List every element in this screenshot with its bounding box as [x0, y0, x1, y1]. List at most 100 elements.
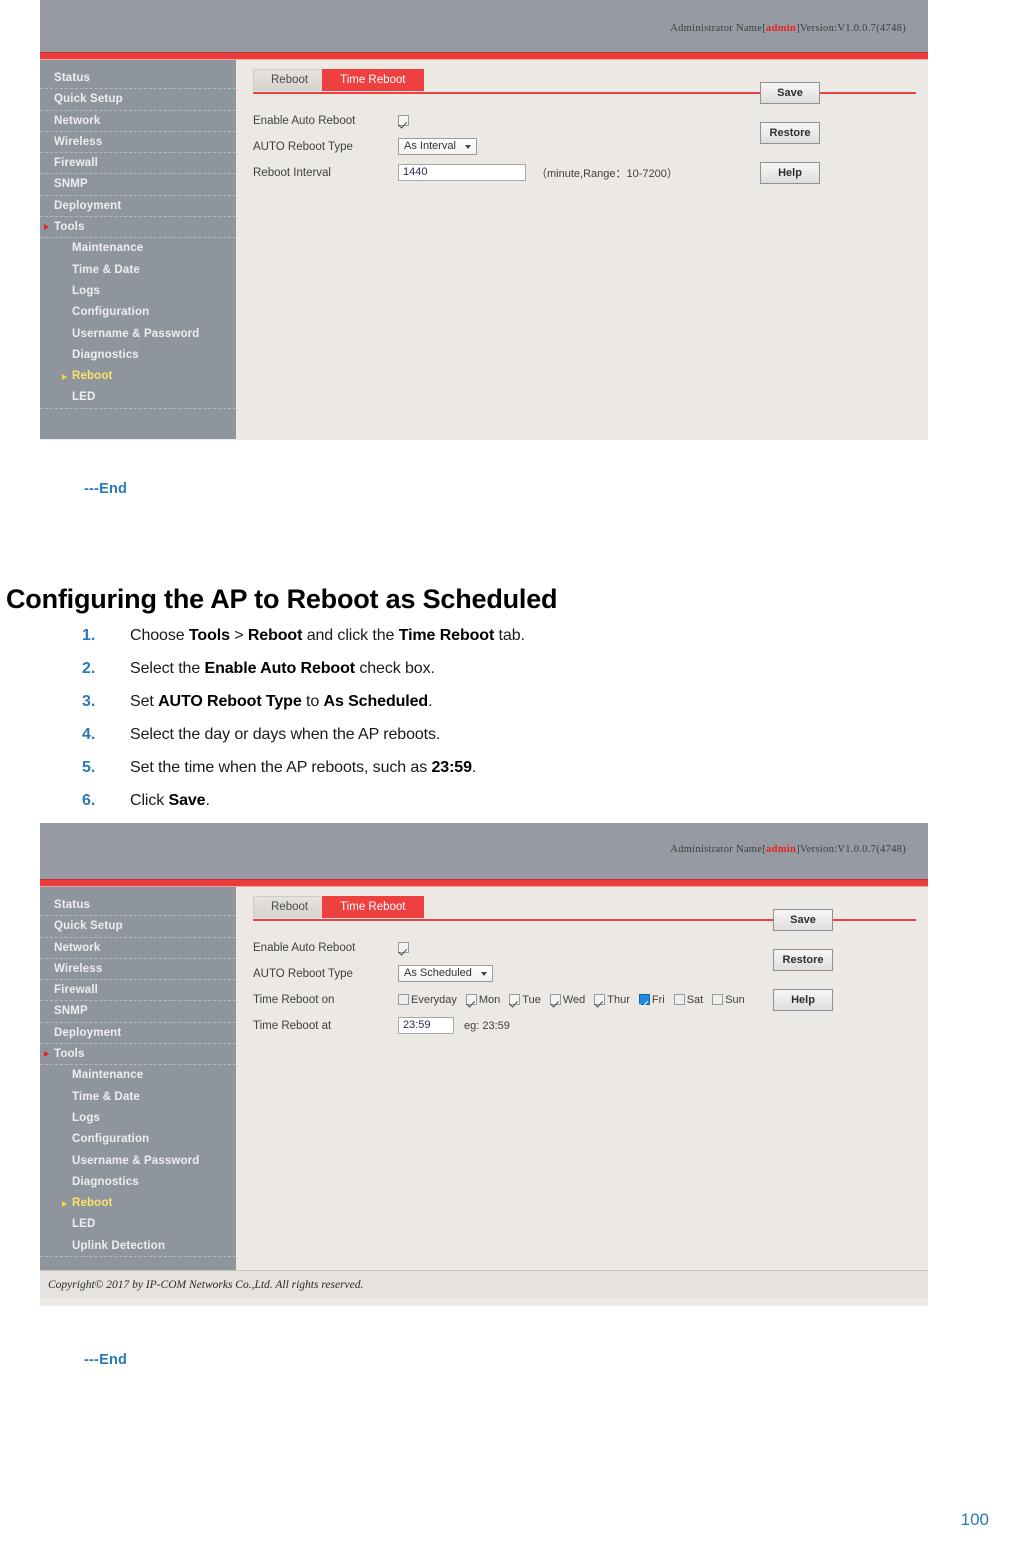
- sidebar-item-time-date[interactable]: Time & Date: [40, 1087, 236, 1108]
- restore-button-1[interactable]: Restore: [760, 122, 820, 144]
- triangle-right-icon: [44, 1051, 49, 1058]
- sidebar-item-tools[interactable]: Tools: [40, 217, 236, 239]
- checkbox-wed[interactable]: [549, 994, 561, 1005]
- sidebar-item-quick-setup[interactable]: Quick Setup: [40, 89, 236, 111]
- sidebar-item-logs[interactable]: Logs: [40, 281, 236, 302]
- day-label: Thur: [607, 993, 630, 1006]
- sidebar-item-led[interactable]: LED: [40, 387, 236, 409]
- step-plain: Set the time when the AP reboots, such a…: [130, 759, 432, 776]
- tab-reboot-1[interactable]: Reboot: [253, 69, 327, 91]
- step-plain: Choose: [130, 627, 189, 644]
- sidebar-item-uplink-detection[interactable]: Uplink Detection: [40, 1236, 236, 1258]
- tab-reboot-2[interactable]: Reboot: [253, 896, 327, 918]
- restore-button-2[interactable]: Restore: [773, 949, 833, 971]
- row-auto-reboot-type-1: AUTO Reboot Type As Interval: [253, 134, 928, 159]
- sidebar-item-status[interactable]: Status: [40, 895, 236, 917]
- help-button-1[interactable]: Help: [760, 162, 820, 184]
- sidebar-item-reboot[interactable]: Reboot: [40, 1193, 236, 1214]
- sidebar-item-configuration[interactable]: Configuration: [40, 1129, 236, 1150]
- step-plain: tab.: [494, 627, 525, 644]
- sidebar-item-label: Maintenance: [72, 242, 144, 255]
- day-checkbox-sat[interactable]: Sat: [673, 994, 703, 1006]
- sidebar-item-label: Firewall: [54, 984, 99, 997]
- day-checkbox-fri[interactable]: Fri: [638, 994, 665, 1006]
- step-plain: Click: [130, 792, 169, 809]
- sidebar-item-maintenance[interactable]: Maintenance: [40, 238, 236, 259]
- sidebar-item-diagnostics[interactable]: Diagnostics: [40, 345, 236, 366]
- day-checkbox-wed[interactable]: Wed: [549, 994, 585, 1006]
- checkbox-thur[interactable]: [594, 994, 606, 1005]
- sidebar-item-label: LED: [72, 1218, 96, 1231]
- page-number: 100: [960, 1510, 989, 1529]
- day-checkbox-thur[interactable]: Thur: [594, 994, 630, 1006]
- checkbox-sat[interactable]: [673, 994, 685, 1005]
- select-auto-reboot-type-2[interactable]: As Scheduled: [398, 965, 493, 982]
- sidebar-item-tools[interactable]: Tools: [40, 1044, 236, 1066]
- checkbox-tue[interactable]: [509, 994, 521, 1005]
- tab-time-reboot-2[interactable]: Time Reboot: [322, 896, 424, 918]
- help-button-2[interactable]: Help: [773, 989, 833, 1011]
- step-emphasis: AUTO Reboot Type: [158, 693, 302, 710]
- sidebar-item-firewall[interactable]: Firewall: [40, 980, 236, 1002]
- day-checkbox-tue[interactable]: Tue: [509, 994, 541, 1006]
- button-column-2: Save Restore Help: [773, 909, 833, 1029]
- day-checkbox-sun[interactable]: Sun: [712, 994, 745, 1006]
- sidebar-item-network[interactable]: Network: [40, 938, 236, 959]
- sidebar-item-deployment[interactable]: Deployment: [40, 1023, 236, 1045]
- sidebar-item-label: Deployment: [54, 199, 122, 212]
- sidebar-item-reboot[interactable]: Reboot: [40, 366, 236, 387]
- save-button-1[interactable]: Save: [760, 82, 820, 104]
- sidebar-item-led[interactable]: LED: [40, 1214, 236, 1235]
- step-plain: to: [301, 693, 324, 710]
- sidebar-item-quick-setup[interactable]: Quick Setup: [40, 916, 236, 938]
- day-checkbox-everyday[interactable]: Everyday: [398, 994, 457, 1006]
- sidebar-item-label: Reboot: [72, 370, 113, 383]
- sidebar-item-firewall[interactable]: Firewall: [40, 153, 236, 175]
- sidebar-item-snmp[interactable]: SNMP: [40, 174, 236, 196]
- select-auto-reboot-type-1[interactable]: As Interval: [398, 138, 477, 155]
- sidebar-item-network[interactable]: Network: [40, 111, 236, 132]
- screenshot-reboot-as-scheduled: Administrator Name[admin]Version:V1.0.0.…: [40, 823, 928, 1306]
- sidebar-item-label: Tools: [54, 1048, 85, 1061]
- tab-time-reboot-1[interactable]: Time Reboot: [322, 69, 424, 91]
- button-column-1: Save Restore Help: [760, 82, 820, 202]
- hint-reboot-interval-1: （minute,Range：10-7200）: [536, 167, 678, 180]
- sidebar-2: Status Quick Setup Network Wireless Firewall…: [40, 887, 236, 1270]
- label-time-reboot-at: Time Reboot at: [253, 1019, 332, 1032]
- sidebar-item-configuration[interactable]: Configuration: [40, 302, 236, 323]
- day-label: Everyday: [411, 993, 457, 1006]
- sidebar-item-maintenance[interactable]: Maintenance: [40, 1065, 236, 1086]
- input-reboot-interval-1[interactable]: 1440: [398, 164, 526, 181]
- save-button-2[interactable]: Save: [773, 909, 833, 931]
- sidebar-item-label: Quick Setup: [54, 93, 123, 106]
- label-time-reboot-on: Time Reboot on: [253, 993, 335, 1006]
- input-time-reboot-at[interactable]: 23:59: [398, 1017, 454, 1034]
- sidebar-item-wireless[interactable]: Wireless: [40, 959, 236, 981]
- day-checkbox-mon[interactable]: Mon: [465, 994, 500, 1006]
- form-area-1: Enable Auto Reboot AUTO Reboot Type As I…: [246, 94, 928, 185]
- label-reboot-interval-1: Reboot Interval: [253, 166, 331, 179]
- end-marker-2: ---End: [84, 1352, 128, 1368]
- step-plain: .: [471, 759, 477, 776]
- checkbox-mon[interactable]: [465, 994, 477, 1005]
- sidebar-1: Status Quick Setup Network Wireless Firewall…: [40, 60, 236, 439]
- checkbox-everyday[interactable]: [398, 994, 409, 1005]
- sidebar-item-snmp[interactable]: SNMP: [40, 1001, 236, 1023]
- sidebar-item-username-password[interactable]: Username & Password: [40, 324, 236, 345]
- step-number: 1.: [82, 627, 96, 644]
- step-emphasis: Save: [168, 792, 206, 809]
- sidebar-item-deployment[interactable]: Deployment: [40, 196, 236, 218]
- checkbox-fri[interactable]: [638, 994, 650, 1005]
- checkbox-sun[interactable]: [712, 994, 724, 1005]
- checkbox-enable-auto-reboot-2[interactable]: [398, 942, 409, 953]
- checkbox-enable-auto-reboot-1[interactable]: [398, 115, 409, 126]
- sidebar-item-username-password[interactable]: Username & Password: [40, 1151, 236, 1172]
- sidebar-item-time-date[interactable]: Time & Date: [40, 260, 236, 281]
- sidebar-item-wireless[interactable]: Wireless: [40, 132, 236, 154]
- sidebar-item-status[interactable]: Status: [40, 68, 236, 90]
- day-label: Tue: [522, 993, 541, 1006]
- sidebar-item-logs[interactable]: Logs: [40, 1108, 236, 1129]
- sidebar-item-diagnostics[interactable]: Diagnostics: [40, 1172, 236, 1193]
- day-checkbox-group: Everyday Mon Tue Wed Thur Fri Sat Sun: [398, 994, 754, 1006]
- sidebar-item-label: Time & Date: [72, 263, 140, 276]
